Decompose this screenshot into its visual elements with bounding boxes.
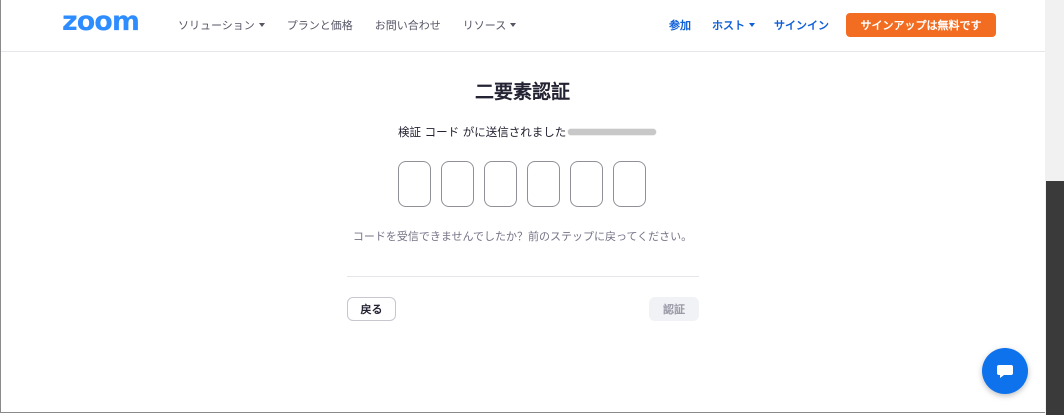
nav-plans-label: プランと価格 — [286, 19, 353, 32]
verify-button[interactable]: 認証 — [649, 297, 699, 321]
verification-code-inputs — [398, 161, 646, 207]
nav-solutions[interactable]: ソリューション — [178, 17, 265, 33]
nav-contact-label: お問い合わせ — [374, 19, 441, 32]
code-sent-text: 検証 コード がに送信されました — [398, 125, 567, 139]
nav-contact[interactable]: お問い合わせ — [375, 17, 441, 33]
chevron-down-icon — [510, 23, 517, 27]
zoom-logo[interactable]: zoom — [62, 6, 140, 37]
code-digit-2[interactable] — [441, 161, 474, 207]
nav-plans-pricing[interactable]: プランと価格 — [287, 17, 353, 33]
nav-solutions-label: ソリューション — [178, 19, 255, 32]
page-title: 二要素認証 — [474, 81, 570, 103]
code-digit-1[interactable] — [398, 161, 431, 207]
signin-link[interactable]: サインイン — [774, 17, 829, 33]
signup-button[interactable]: サインアップは無料です — [846, 13, 996, 37]
back-button[interactable]: 戻る — [347, 297, 396, 321]
host-menu[interactable]: ホスト — [712, 17, 755, 33]
chat-bubble-icon — [997, 365, 1013, 378]
redacted-contact — [568, 129, 657, 135]
code-digit-3[interactable] — [484, 161, 517, 207]
chat-button[interactable] — [982, 348, 1028, 394]
code-digit-6[interactable] — [613, 161, 646, 207]
scrollbar-thumb[interactable] — [1046, 181, 1064, 415]
chevron-down-icon — [258, 23, 265, 27]
code-digit-5[interactable] — [570, 161, 603, 207]
code-sent-message: 検証 コード がに送信されました — [398, 124, 657, 140]
nav-resources-label: リソース — [462, 19, 507, 32]
top-header: zoom ソリューション プランと価格 お問い合わせ リソース 参加 ホスト サ… — [1, 0, 1045, 52]
divider — [347, 276, 699, 277]
nav-resources[interactable]: リソース — [462, 17, 517, 33]
join-link[interactable]: 参加 — [669, 17, 691, 33]
host-label: ホスト — [712, 19, 745, 32]
main-nav: ソリューション プランと価格 お問い合わせ リソース — [178, 17, 538, 33]
code-digit-4[interactable] — [527, 161, 560, 207]
resend-help-text: コードを受信できませんでしたか？前のステップに戻ってください。 — [352, 230, 693, 243]
chevron-down-icon — [749, 23, 755, 27]
